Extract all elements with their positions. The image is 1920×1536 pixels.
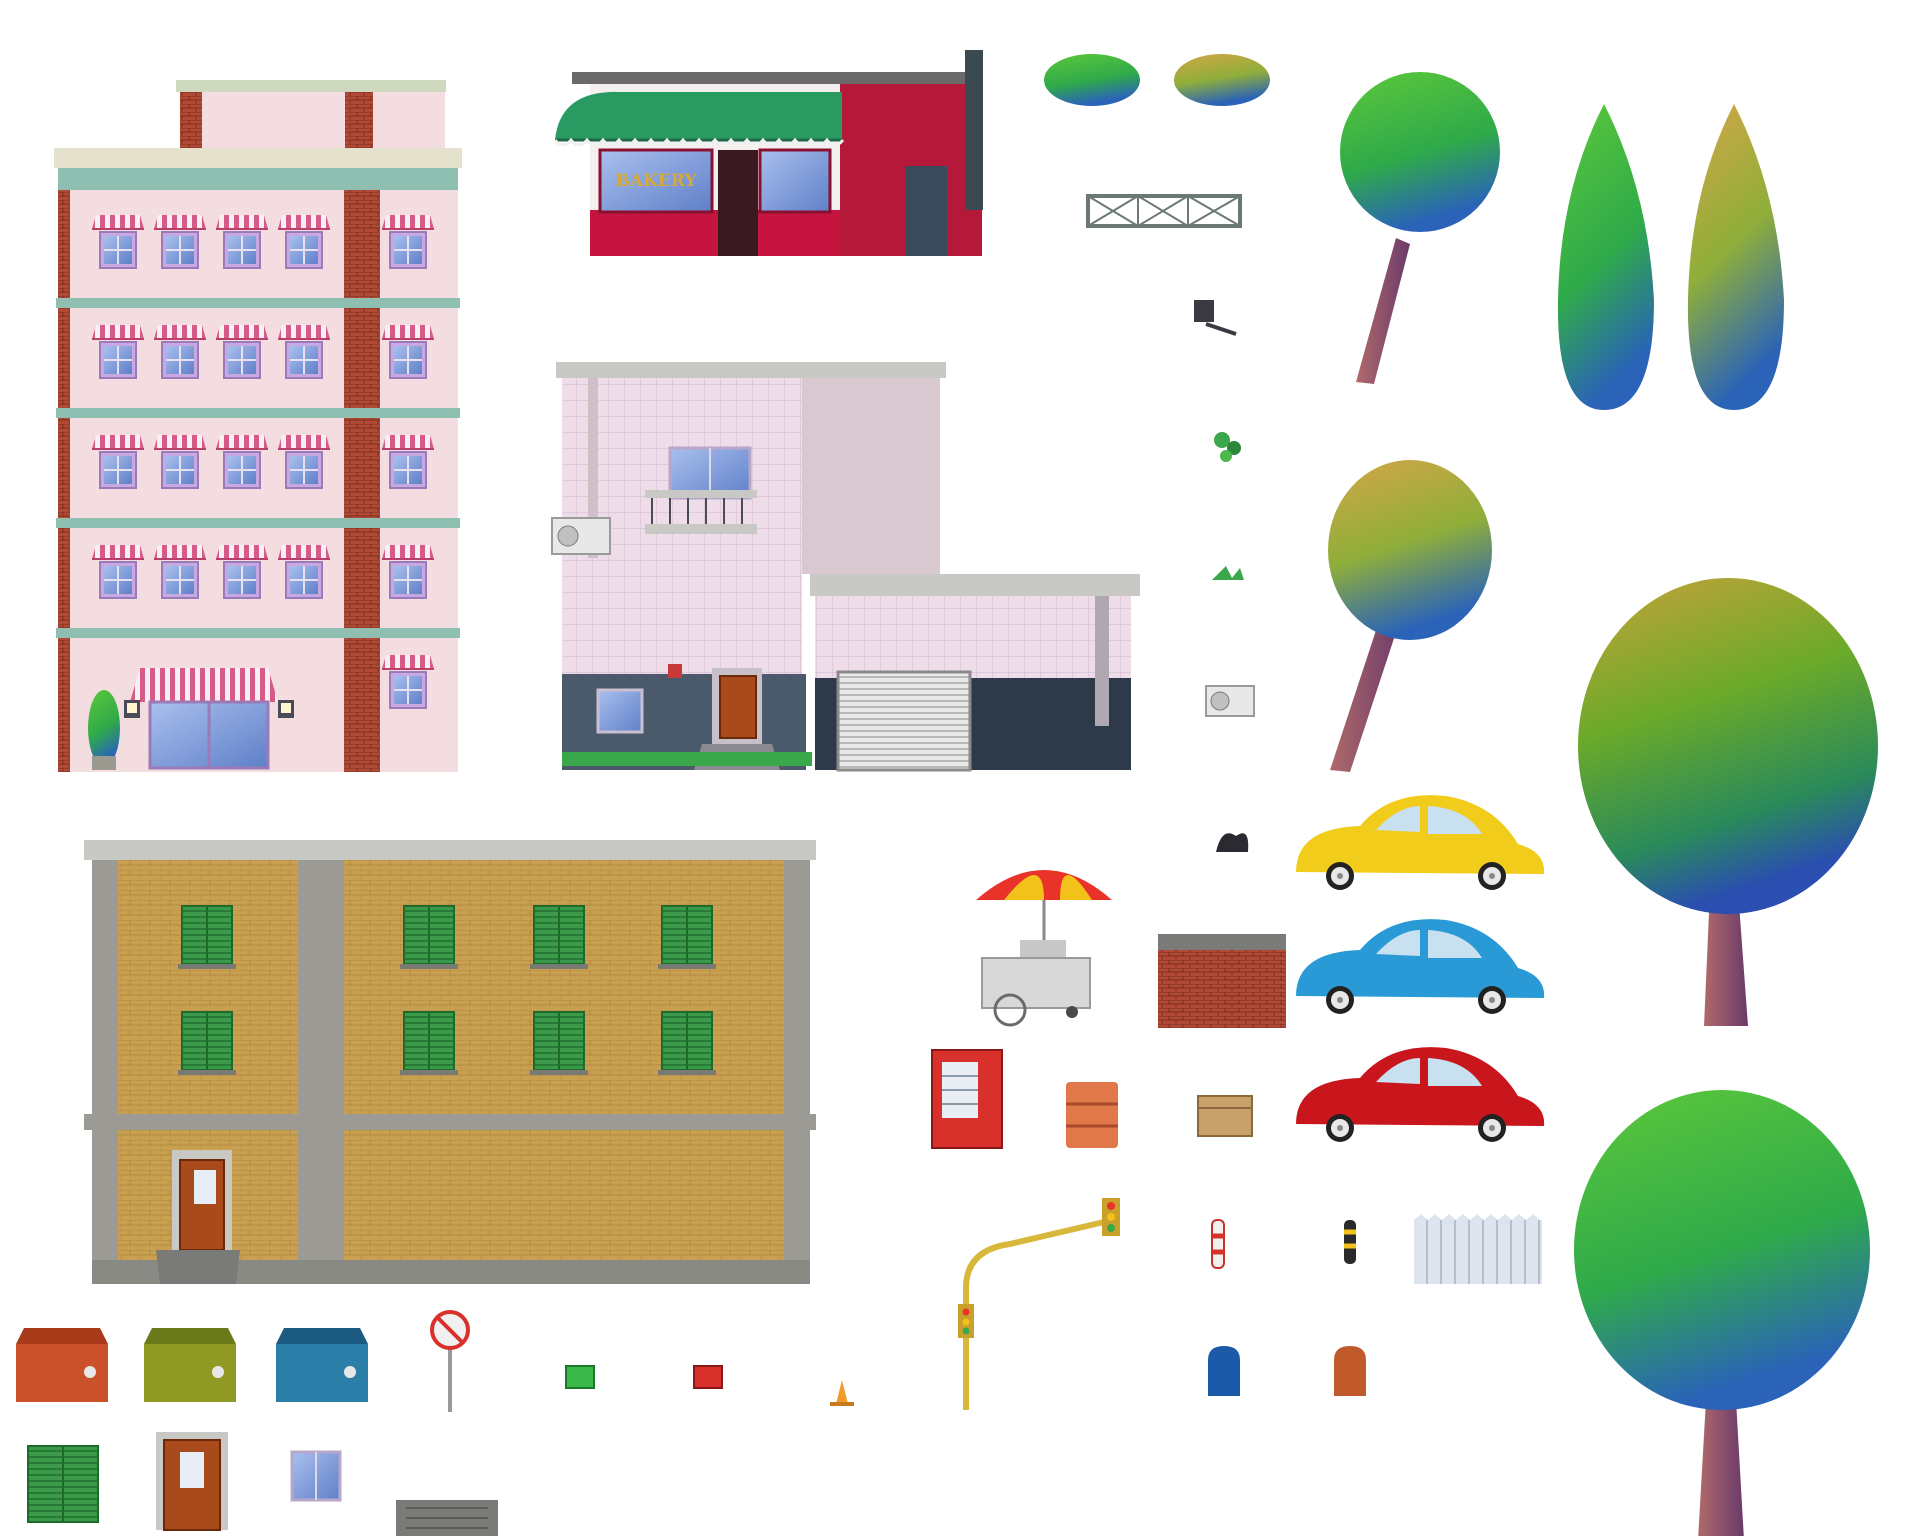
green-cypress-tree [1557, 104, 1654, 512]
autumn-leaning-tree [1328, 460, 1492, 772]
ivy-sprig [1214, 432, 1241, 462]
green-bush [1044, 54, 1140, 106]
ground-shop [130, 668, 278, 770]
brick-wall-segment [1158, 934, 1286, 1028]
wall-lamp-icon [124, 700, 140, 718]
ac-unit-icon [1205, 685, 1255, 717]
autumn-cypress-tree [1687, 104, 1784, 512]
olive-dumpster[interactable] [144, 1328, 236, 1402]
yellow-beetle-car[interactable] [1296, 795, 1545, 890]
green-shutter-window [27, 1445, 99, 1523]
blue-beetle-car[interactable] [1296, 919, 1545, 1014]
potted-cypress [88, 690, 120, 770]
mailbox-icon[interactable] [1334, 1346, 1366, 1396]
blue-dumpster[interactable] [276, 1328, 368, 1402]
ochre-apartment-building [84, 840, 816, 1284]
bakery-sign: BAKERY [615, 171, 697, 191]
green-electrical-box [565, 1365, 595, 1389]
picket-fence [1414, 1214, 1542, 1284]
traffic-cone-icon [830, 1380, 854, 1406]
oil-barrel-icon [1066, 1082, 1118, 1148]
small-window [290, 1450, 342, 1502]
large-green-tree [1574, 1090, 1870, 1536]
pink-apartment-building [54, 80, 462, 772]
orange-dumpster[interactable] [16, 1328, 108, 1402]
bakery-shop: BAKERY [553, 50, 983, 256]
bollard-icon [1344, 1220, 1356, 1264]
hot-dog-cart [976, 870, 1112, 1027]
no-parking-sign-icon [430, 1310, 470, 1412]
traffic-light-icon [958, 1198, 1120, 1410]
red-beetle-car[interactable] [1296, 1047, 1545, 1142]
large-mixed-tree [1578, 578, 1878, 1026]
wall-lamp-icon [1194, 300, 1237, 336]
tileset-sheet: BAKERY [16, 50, 1878, 1536]
vending-machine-icon[interactable] [931, 1049, 1003, 1149]
stone-stairs [396, 1500, 498, 1536]
mailbox-icon[interactable] [1208, 1346, 1240, 1396]
ac-unit-icon [551, 517, 611, 555]
metal-railing [1086, 194, 1242, 228]
wooden-door [156, 1432, 228, 1531]
grass-tuft [1212, 566, 1244, 580]
bollard-icon [1211, 1219, 1225, 1269]
green-leaning-tree [1340, 72, 1500, 384]
autumn-bush [1174, 54, 1270, 106]
wall-lamp-icon [278, 700, 294, 718]
pink-tiled-house [551, 362, 1140, 772]
trash-bag-icon [1216, 833, 1249, 852]
cardboard-box-icon [1197, 1095, 1253, 1137]
red-electrical-box [693, 1365, 723, 1389]
